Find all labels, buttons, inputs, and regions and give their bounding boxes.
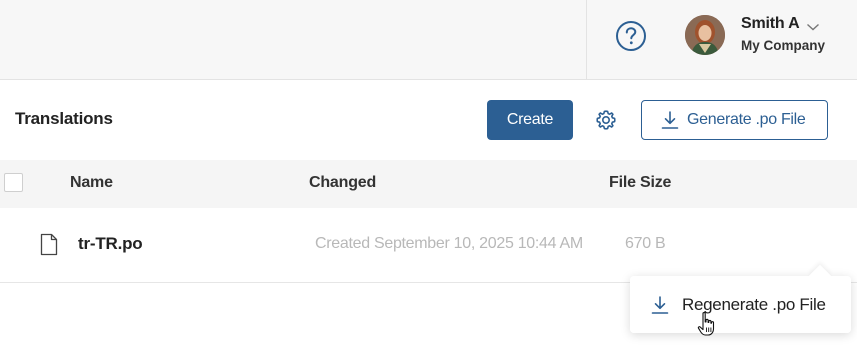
select-all-checkbox[interactable] bbox=[4, 173, 23, 192]
column-header-changed[interactable]: Changed bbox=[309, 174, 376, 192]
generate-po-label: Generate .po File bbox=[687, 111, 806, 128]
question-circle-icon bbox=[616, 21, 646, 51]
company-name: My Company bbox=[741, 38, 826, 53]
regenerate-po-menu-item[interactable]: Regenerate .po File bbox=[630, 276, 851, 333]
download-icon bbox=[651, 295, 669, 314]
create-button[interactable]: Create bbox=[487, 100, 573, 140]
top-bar bbox=[0, 0, 857, 80]
generate-po-button[interactable]: Generate .po File bbox=[641, 100, 828, 140]
user-name[interactable]: Smith A bbox=[741, 15, 800, 33]
download-icon bbox=[661, 111, 679, 129]
table-header bbox=[0, 160, 857, 208]
settings-button[interactable] bbox=[594, 108, 618, 132]
gear-icon bbox=[596, 110, 616, 130]
column-header-name[interactable]: Name bbox=[70, 174, 113, 192]
column-header-file-size[interactable]: File Size bbox=[609, 174, 671, 192]
help-button[interactable] bbox=[615, 20, 647, 52]
file-size: 670 B bbox=[625, 235, 666, 252]
changed-date: Created September 10, 2025 10:44 AM bbox=[315, 235, 583, 252]
avatar-image bbox=[685, 15, 725, 55]
header-divider bbox=[586, 0, 587, 80]
regenerate-po-label: Regenerate .po File bbox=[682, 294, 826, 314]
file-icon bbox=[40, 233, 58, 256]
page-title: Translations bbox=[15, 109, 113, 128]
avatar[interactable] bbox=[685, 15, 725, 55]
file-name[interactable]: tr-TR.po bbox=[78, 234, 143, 254]
chevron-down-icon[interactable] bbox=[806, 19, 820, 31]
